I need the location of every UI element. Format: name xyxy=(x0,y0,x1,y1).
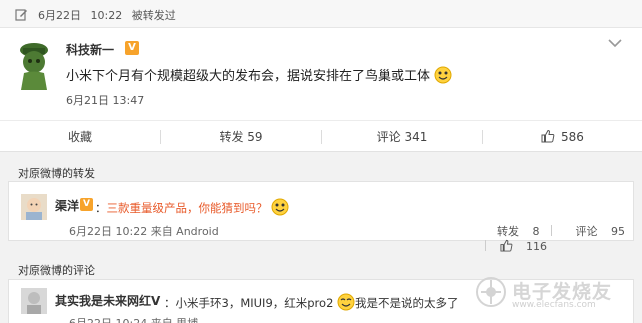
comment-user-name[interactable]: 其实我是未来网红V xyxy=(55,292,160,309)
repost-item: 渠洋 V ：三款重量级产品，你能猜到吗？ 6月22日 10:22 来自 Andr… xyxy=(8,181,634,253)
comment-label: 评论 xyxy=(376,130,401,144)
post-header-bar: 6月22日 10:22 被转发过 xyxy=(0,0,642,28)
divider xyxy=(485,240,486,251)
post-action-bar: 收藏 转发 59 评论 341 586 xyxy=(0,120,642,152)
original-post-card: 科技新一 V 小米下个月有个规模超级大的发布会，据说安排在了鸟巢或工体 6月21… xyxy=(0,28,642,152)
repost-text: ：三款重量级产品，你能猜到吗？ xyxy=(95,198,289,216)
header-time: 10:22 xyxy=(90,9,123,22)
collect-button[interactable]: 收藏 xyxy=(0,121,160,153)
verified-badge: V xyxy=(80,198,93,211)
comment-section-title: 对原微博的评论 xyxy=(18,264,95,277)
watermark-logo-icon xyxy=(476,277,506,307)
post-text: 小米下个月有个规模超级大的发布会，据说安排在了鸟巢或工体 xyxy=(66,65,452,84)
repost-repost-button[interactable]: 转发 8 xyxy=(487,225,540,238)
author-name[interactable]: 科技新一 xyxy=(66,41,114,58)
thumbs-up-icon xyxy=(499,239,512,252)
smiley-emoji-icon xyxy=(337,293,355,311)
repost-like-count: 116 xyxy=(526,240,547,253)
repost-stats: 转发 8 评论 95 116 xyxy=(477,223,633,253)
comment-body-part1: 小米手环3，MIUI9，红米pro2 xyxy=(175,296,334,310)
comment-colon: ： xyxy=(164,296,176,310)
post-body: 小米下个月有个规模超级大的发布会，据说安排在了鸟巢或工体 xyxy=(66,69,431,84)
comment-meta[interactable]: 6月22日 10:24 来自 思埔 xyxy=(69,315,198,323)
repost-repost-count: 8 xyxy=(532,225,540,238)
author-avatar[interactable] xyxy=(14,40,54,92)
collect-label: 收藏 xyxy=(67,130,92,144)
post-time[interactable]: 6月21日 13:47 xyxy=(66,92,144,108)
repost-count: 59 xyxy=(247,130,263,144)
chevron-down-icon[interactable] xyxy=(608,38,622,48)
thumbs-up-icon xyxy=(541,129,555,143)
comment-text: ：小米手环3，MIUI9，红米pro2 我是不是说的太多了 xyxy=(164,293,459,311)
repost-meta[interactable]: 6月22日 10:22 来自 Android xyxy=(69,223,219,239)
avatar[interactable] xyxy=(21,194,47,220)
smiley-emoji-icon xyxy=(271,198,289,216)
repost-repost-label: 转发 xyxy=(497,225,519,238)
repost-section-title: 对原微博的转发 xyxy=(18,167,95,180)
repost-user-name[interactable]: 渠洋 xyxy=(55,197,79,214)
repost-label: 转发 xyxy=(219,130,244,144)
repost-comment-button[interactable]: 评论 95 xyxy=(566,225,626,238)
verified-badge: V xyxy=(125,41,139,55)
repost-comment-label: 评论 xyxy=(575,225,598,238)
repost-body: 三款重量级产品，你能猜到吗？ xyxy=(106,201,268,215)
avatar[interactable] xyxy=(21,288,47,314)
watermark-url: www.elecfans.com xyxy=(512,300,596,310)
header-status: 被转发过 xyxy=(131,9,176,22)
header-date: 6月22日 xyxy=(38,9,81,22)
watermark: 电子发烧友 www.elecfans.com xyxy=(456,273,626,313)
edit-icon xyxy=(15,9,27,21)
comment-button[interactable]: 评论 341 xyxy=(322,121,482,153)
repost-button[interactable]: 转发 59 xyxy=(161,121,321,153)
comment-count: 341 xyxy=(404,130,428,144)
divider xyxy=(551,225,552,236)
repost-comment-count: 95 xyxy=(611,225,625,238)
comment-body-part2: 我是不是说的太多了 xyxy=(355,296,459,310)
smiley-emoji-icon xyxy=(434,66,452,84)
header-meta: 6月22日 10:22 被转发过 xyxy=(38,7,182,23)
repost-like-button[interactable]: 116 xyxy=(499,239,547,253)
like-count: 586 xyxy=(560,130,584,144)
repost-colon: ： xyxy=(95,201,107,215)
like-button[interactable]: 586 xyxy=(483,121,642,153)
